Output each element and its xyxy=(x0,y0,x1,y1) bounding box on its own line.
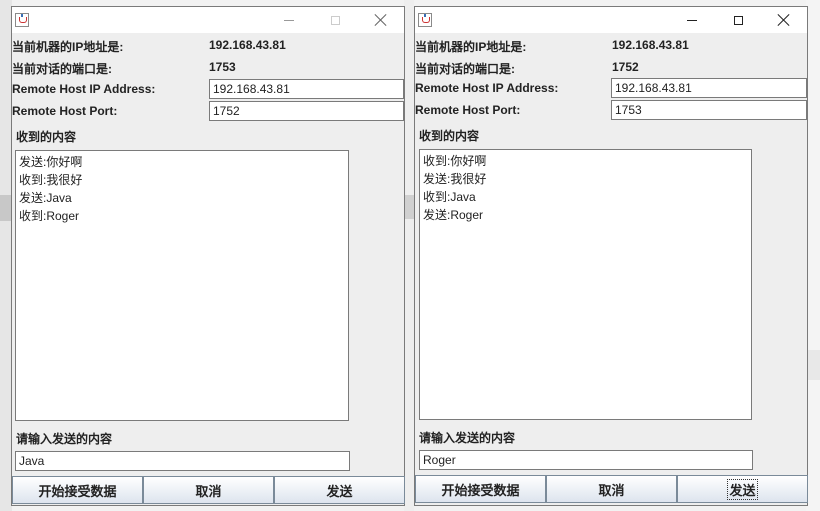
close-icon xyxy=(778,14,790,26)
maximize-icon xyxy=(330,15,340,25)
start-receive-button[interactable]: 开始接受数据 xyxy=(415,475,546,503)
local-ip-value: 192.168.43.81 xyxy=(209,38,286,52)
maximize-icon xyxy=(733,15,743,25)
remote-ip-input[interactable]: 192.168.43.81 xyxy=(611,78,807,98)
local-ip-value: 192.168.43.81 xyxy=(612,38,689,52)
message-input[interactable]: Roger xyxy=(419,450,753,470)
background-window-edge-right xyxy=(806,0,820,511)
title-bar[interactable] xyxy=(12,7,404,33)
received-label: 收到的内容 xyxy=(16,130,77,144)
input-label: 请输入发送的内容 xyxy=(419,431,516,445)
background-band-right xyxy=(806,350,820,380)
chat-window-2: 当前机器的IP地址是: 192.168.43.81 当前对话的端口是: 1752… xyxy=(414,6,808,506)
message-line: 收到:Roger xyxy=(19,209,80,223)
close-icon xyxy=(375,14,387,26)
local-port-value: 1752 xyxy=(612,60,639,74)
remote-port-input[interactable]: 1753 xyxy=(611,100,807,120)
minimize-button[interactable] xyxy=(266,7,312,33)
java-icon[interactable] xyxy=(15,13,29,27)
remote-ip-input[interactable]: 192.168.43.81 xyxy=(209,79,404,99)
received-messages-area[interactable]: 发送:你好啊 收到:我很好 发送:Java 收到:Roger xyxy=(15,150,349,421)
maximize-button[interactable] xyxy=(715,7,761,33)
local-ip-label: 当前机器的IP地址是: xyxy=(415,40,527,54)
minimize-button[interactable] xyxy=(669,7,715,33)
remote-port-input[interactable]: 1752 xyxy=(209,101,404,121)
message-line: 发送:Java xyxy=(19,191,72,205)
cancel-button[interactable]: 取消 xyxy=(143,476,274,504)
message-line: 发送:你好啊 xyxy=(19,155,83,169)
message-line: 发送:Roger xyxy=(423,208,484,222)
input-label: 请输入发送的内容 xyxy=(16,432,113,446)
maximize-button[interactable] xyxy=(312,7,358,33)
received-messages-area[interactable]: 收到:你好啊 发送:我很好 收到:Java 发送:Roger xyxy=(419,149,752,420)
message-line: 收到:我很好 xyxy=(19,173,83,187)
start-receive-button[interactable]: 开始接受数据 xyxy=(12,476,143,504)
message-input[interactable]: Java xyxy=(15,451,350,471)
remote-port-label: Remote Host Port: xyxy=(415,103,521,117)
close-button[interactable] xyxy=(761,7,807,33)
remote-ip-label: Remote Host IP Address: xyxy=(12,82,156,96)
title-bar[interactable] xyxy=(415,7,807,33)
received-label: 收到的内容 xyxy=(419,129,480,143)
message-line: 收到:你好啊 xyxy=(423,154,487,168)
remote-port-label: Remote Host Port: xyxy=(12,104,118,118)
minimize-icon xyxy=(284,19,294,21)
local-port-value: 1753 xyxy=(209,60,236,74)
local-port-label: 当前对话的端口是: xyxy=(12,62,112,76)
message-line: 收到:Java xyxy=(423,190,476,204)
remote-ip-label: Remote Host IP Address: xyxy=(415,81,559,95)
cancel-button[interactable]: 取消 xyxy=(546,475,677,503)
local-port-label: 当前对话的端口是: xyxy=(415,62,515,76)
java-icon[interactable] xyxy=(418,13,432,27)
local-ip-label: 当前机器的IP地址是: xyxy=(12,40,124,54)
background-gap xyxy=(404,0,414,511)
background-gap-band xyxy=(404,195,414,219)
send-button[interactable]: 发送 xyxy=(677,475,808,503)
send-button[interactable]: 发送 xyxy=(274,476,405,504)
message-line: 发送:我很好 xyxy=(423,172,487,186)
close-button[interactable] xyxy=(358,7,404,33)
minimize-icon xyxy=(687,19,697,21)
chat-window-1: 当前机器的IP地址是: 192.168.43.81 当前对话的端口是: 1753… xyxy=(11,6,405,506)
